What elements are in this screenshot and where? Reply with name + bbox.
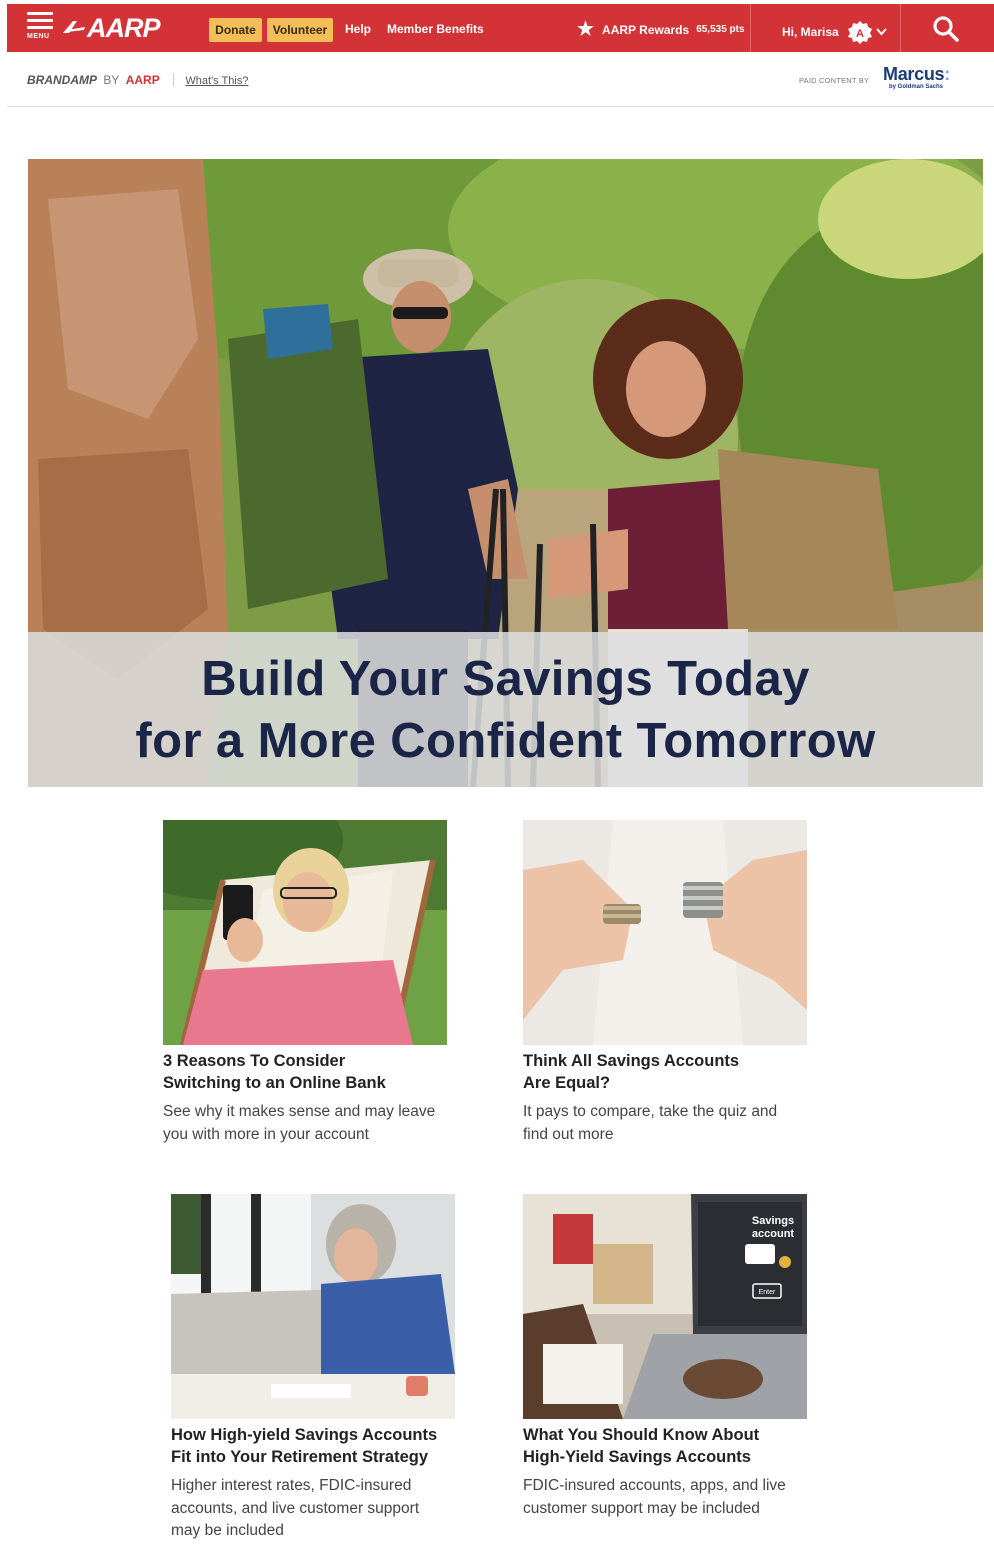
card-photo <box>163 820 447 1045</box>
sponsor-logo[interactable]: Marcus: by Goldman Sachs <box>883 65 950 91</box>
hero-headline-band: Build Your Savings Today for a More Conf… <box>28 632 983 787</box>
card-description: FDIC-insured accounts, apps, and live cu… <box>523 1477 786 1517</box>
help-link[interactable]: Help <box>345 22 371 36</box>
search-icon <box>933 16 959 42</box>
article-card[interactable]: How High-yield Savings Accounts Fit into… <box>171 1194 461 1543</box>
chevron-down-icon <box>875 28 887 36</box>
sponsor-name: Marcus <box>883 64 945 84</box>
card-photo: Savings account Enter <box>523 1194 807 1419</box>
card-description: See why it makes sense and may leave you… <box>163 1103 436 1143</box>
card-image-enter-label: Enter <box>759 1289 776 1296</box>
hero-headline-line1: Build Your Savings Today <box>201 651 810 706</box>
card-title[interactable]: How High-yield Savings Accounts Fit into… <box>171 1424 461 1468</box>
brand-divider <box>173 73 175 86</box>
nav-divider <box>750 4 751 52</box>
hero-headline-line2: for a More Confident Tomorrow <box>135 713 876 768</box>
menu-icon <box>27 12 55 29</box>
brand-owner: AARP <box>125 73 160 87</box>
paid-content-label: PAID CONTENT BY <box>799 76 870 85</box>
greeting-text: Hi, Marisa <box>782 25 839 39</box>
rewards-points: 65,535 pts <box>696 24 745 35</box>
article-card[interactable]: Savings account Enter What You Should Kn… <box>523 1194 813 1520</box>
nav-divider <box>900 4 901 52</box>
sponsor-tagline: by Goldman Sachs <box>889 84 944 90</box>
brand-by: BY <box>103 73 120 87</box>
card-image-woman-planning[interactable] <box>171 1194 455 1419</box>
top-navigation-bar: MENU AARP Donate Volunteer Help Member B… <box>7 4 994 52</box>
volunteer-button[interactable]: Volunteer <box>267 18 333 42</box>
search-button[interactable] <box>932 15 960 43</box>
donate-button[interactable]: Donate <box>209 18 262 42</box>
card-image-caption-line1: Savings <box>752 1215 794 1227</box>
avatar-initial: A <box>856 28 864 40</box>
logo-text: AARP <box>87 12 161 43</box>
card-title[interactable]: 3 Reasons To Consider Switching to an On… <box>163 1050 453 1094</box>
star-icon: ★ <box>577 19 595 40</box>
aarp-logo[interactable]: AARP <box>63 12 161 43</box>
whats-this-link[interactable]: What's This? <box>185 75 248 87</box>
article-card[interactable]: Think All Savings Accounts Are Equal? It… <box>523 820 813 1146</box>
card-description: It pays to compare, take the quiz and fi… <box>523 1103 778 1143</box>
aarp-rewards-link[interactable]: ★ AARP Rewards 65,535 pts <box>577 20 745 39</box>
brandamp-label: BRANDAMP BY AARP What's This? <box>27 73 248 87</box>
brand-name: BRANDAMP <box>27 73 97 87</box>
aarp-swoosh-icon <box>63 21 85 33</box>
menu-label: MENU <box>27 33 50 40</box>
card-image-laptop-savings[interactable]: Savings account Enter <box>523 1194 807 1419</box>
card-title[interactable]: Think All Savings Accounts Are Equal? <box>523 1050 813 1094</box>
hero-banner[interactable]: Build Your Savings Today for a More Conf… <box>28 159 983 787</box>
card-image-caption-line2: account <box>752 1228 795 1240</box>
sponsored-brand-bar: BRANDAMP BY AARP What's This? PAID CONTE… <box>7 52 994 107</box>
card-photo <box>523 820 807 1045</box>
account-menu[interactable]: Hi, Marisa A <box>782 20 887 44</box>
card-photo <box>171 1194 455 1419</box>
rewards-label: AARP Rewards <box>602 22 690 37</box>
article-card[interactable]: 3 Reasons To Consider Switching to an On… <box>163 820 453 1146</box>
card-title[interactable]: What You Should Know About High-Yield Sa… <box>523 1424 813 1468</box>
menu-button[interactable]: MENU <box>27 12 55 46</box>
member-benefits-link[interactable]: Member Benefits <box>387 22 484 36</box>
card-image-woman-phone[interactable] <box>163 820 447 1045</box>
member-badge-icon: A <box>847 20 873 44</box>
hero-headline: Build Your Savings Today for a More Conf… <box>135 648 875 772</box>
card-description: Higher interest rates, FDIC-insured acco… <box>171 1477 420 1539</box>
card-image-coin-stacks[interactable] <box>523 820 807 1045</box>
